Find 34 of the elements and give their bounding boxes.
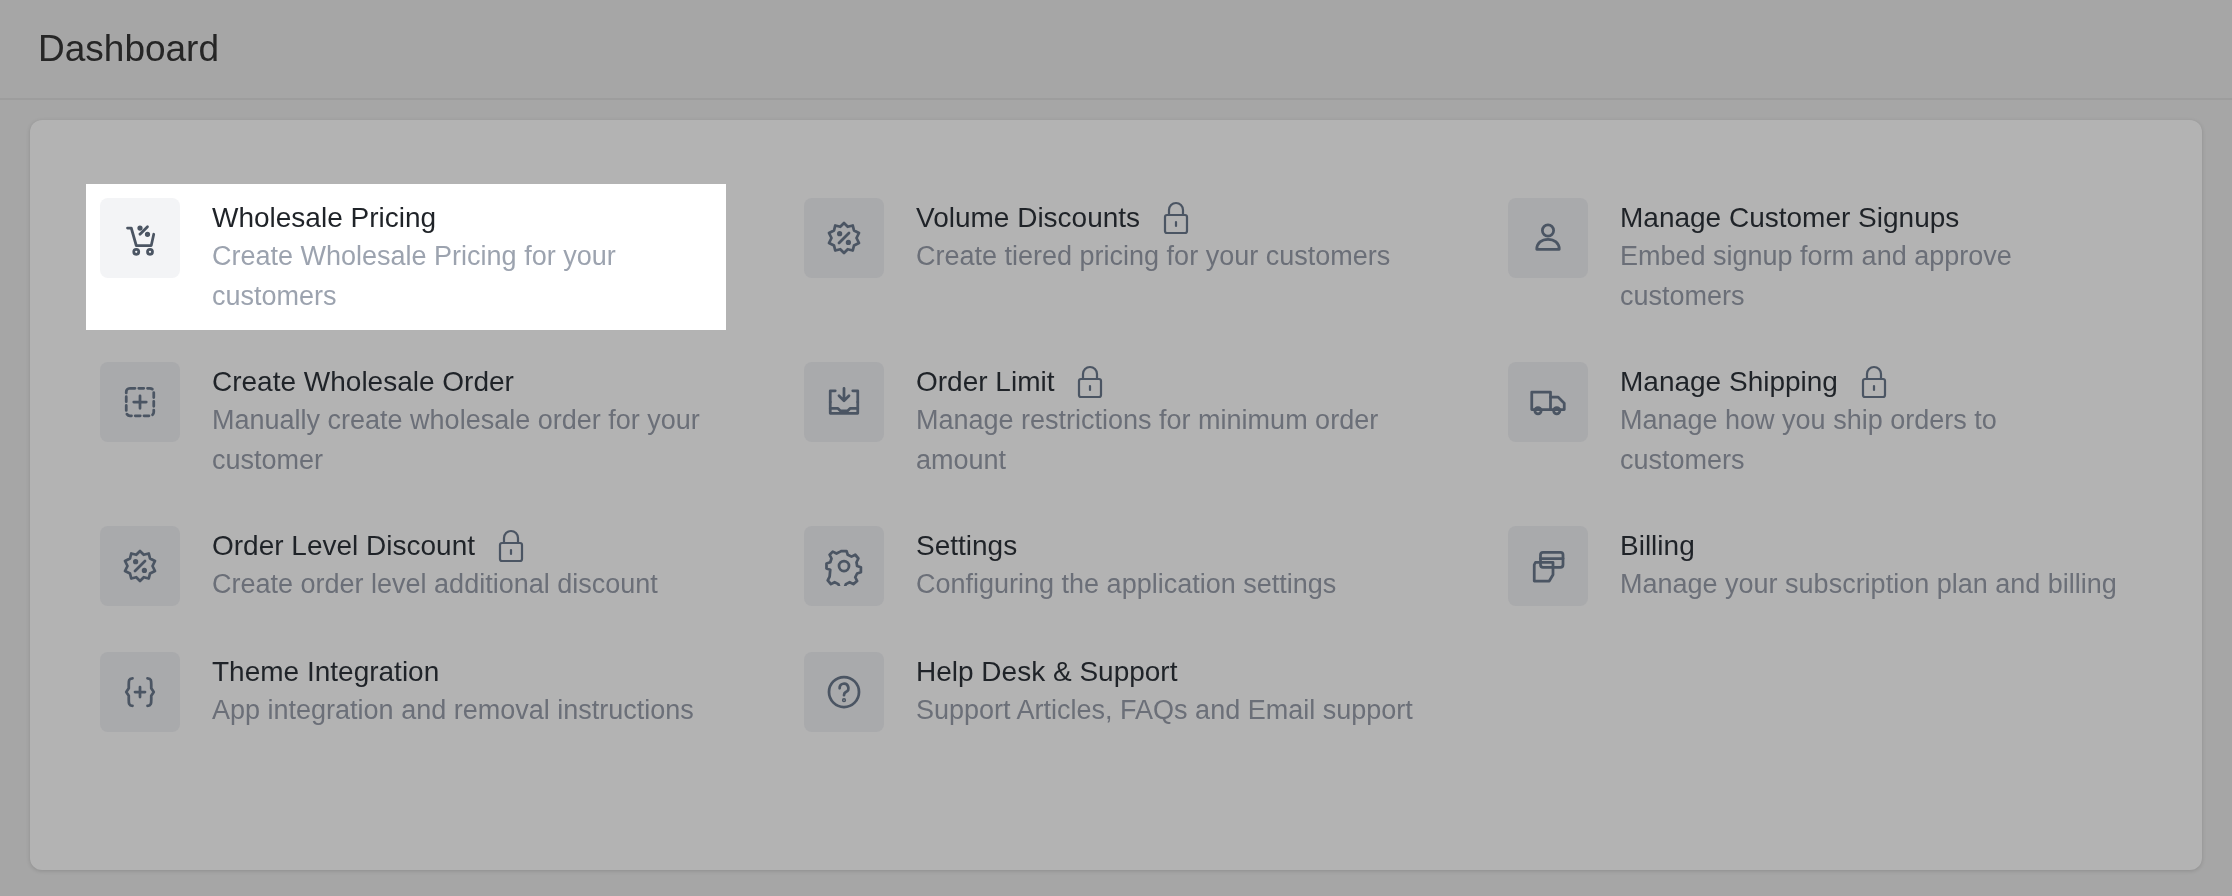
feature-item[interactable]: Create Wholesale Order Manually create wholesale order for your customer xyxy=(86,348,726,494)
feature-item[interactable]: Help Desk & Support Support Articles, FAQs and Email support xyxy=(790,638,1427,746)
feature-item[interactable]: Settings Configuring the application settings xyxy=(790,512,1351,620)
feature-item[interactable]: Volume Discounts Create tiered pricing for your customers xyxy=(790,184,1405,292)
item-description: App integration and removal instructions xyxy=(212,694,694,727)
feature-item[interactable]: Order Limit Manage restrictions for minimum order amount xyxy=(790,348,1430,494)
feature-item[interactable]: Wholesale Pricing Create Wholesale Pricing for your customers xyxy=(86,184,726,330)
item-title: Volume Discounts xyxy=(916,201,1141,235)
item-description: Manage restrictions for minimum order amount xyxy=(916,404,1380,477)
item-title: Manage Customer Signups xyxy=(1620,201,1960,235)
item-description: Embed signup form and approve customers xyxy=(1620,240,2013,313)
item-title: Order Limit xyxy=(916,365,1055,399)
item-description: Create tiered pricing for your customers xyxy=(916,240,1391,273)
item-title: Theme Integration xyxy=(212,655,440,689)
item-description: Support Articles, FAQs and Email support xyxy=(916,694,1413,727)
item-title: Wholesale Pricing xyxy=(212,201,437,235)
feature-item[interactable]: Theme Integration App integration and removal instructions xyxy=(86,638,708,746)
item-title: Manage Shipping xyxy=(1620,365,1838,399)
item-title: Help Desk & Support xyxy=(916,655,1178,689)
page-title: Dashboard xyxy=(38,27,219,72)
item-title: Order Level Discount xyxy=(212,529,475,563)
item-description: Manually create wholesale order for your customer xyxy=(212,404,701,477)
feature-item[interactable]: Manage Customer Signups Embed signup form and approve customers xyxy=(1494,184,2134,330)
item-title: Create Wholesale Order xyxy=(212,365,514,399)
item-title: Billing xyxy=(1620,529,1695,563)
item-description: Manage how you ship orders to customers xyxy=(1620,404,1998,477)
item-description: Create Wholesale Pricing for your customers xyxy=(212,240,617,313)
item-description: Configuring the application settings xyxy=(916,568,1337,601)
item-title: Settings xyxy=(916,529,1018,563)
item-description: Create order level additional discount xyxy=(212,568,658,601)
feature-item[interactable]: Manage Shipping Manage how you ship orders to customers xyxy=(1494,348,2134,494)
feature-item[interactable]: Billing Manage your subscription plan and billing xyxy=(1494,512,2131,620)
feature-item[interactable]: Order Level Discount Create order level additional discount xyxy=(86,512,672,620)
item-description: Manage your subscription plan and billing xyxy=(1620,568,2117,601)
